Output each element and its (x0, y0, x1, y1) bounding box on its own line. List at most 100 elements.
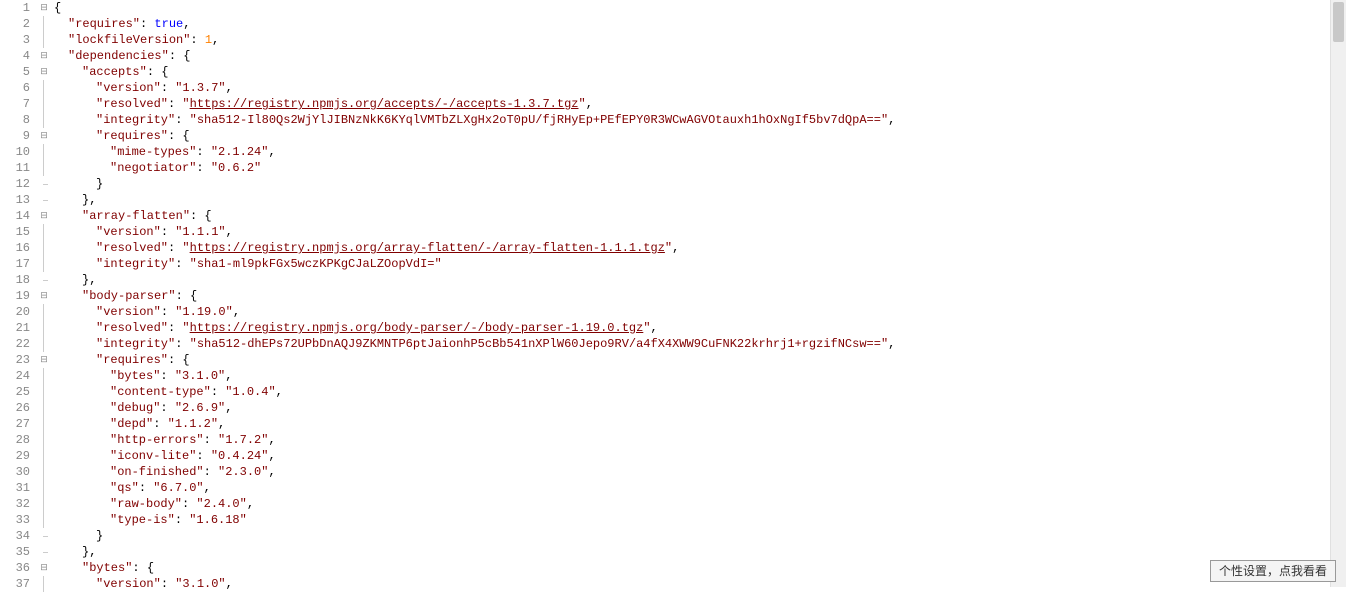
code-token: "body-parser" (82, 289, 176, 303)
code-area[interactable]: {"requires": true,"lockfileVersion": 1,"… (50, 0, 1346, 587)
code-line[interactable]: "depd": "1.1.2", (54, 416, 1346, 432)
code-token: , (586, 97, 593, 111)
line-number: 36 (0, 560, 30, 576)
code-token: "bytes" (110, 369, 160, 383)
scrollbar-thumb[interactable] (1333, 2, 1344, 42)
code-line[interactable]: "version": "1.19.0", (54, 304, 1346, 320)
code-line[interactable]: }, (54, 192, 1346, 208)
code-line[interactable]: "integrity": "sha512-Il80Qs2WjYlJIBNzNkK… (54, 112, 1346, 128)
code-editor[interactable]: 1234567891011121314151617181920212223242… (0, 0, 1346, 587)
code-token: "raw-body" (110, 497, 182, 511)
code-line[interactable]: "requires": { (54, 352, 1346, 368)
fold-guide (38, 240, 50, 256)
code-line[interactable]: "content-type": "1.0.4", (54, 384, 1346, 400)
url-link[interactable]: https://registry.npmjs.org/accepts/-/acc… (190, 97, 579, 111)
code-line[interactable]: "iconv-lite": "0.4.24", (54, 448, 1346, 464)
line-number: 8 (0, 112, 30, 128)
code-line[interactable]: "resolved": "https://registry.npmjs.org/… (54, 96, 1346, 112)
code-line[interactable]: "requires": true, (54, 16, 1346, 32)
code-token: "qs" (110, 481, 139, 495)
fold-toggle-icon[interactable] (38, 560, 50, 576)
line-number: 4 (0, 48, 30, 64)
code-line[interactable]: "version": "1.1.1", (54, 224, 1346, 240)
fold-toggle-icon[interactable] (38, 208, 50, 224)
code-token: "resolved" (96, 321, 168, 335)
line-number: 26 (0, 400, 30, 416)
url-link[interactable]: https://registry.npmjs.org/array-flatten… (190, 241, 665, 255)
code-token: "1.6.18" (189, 513, 247, 527)
code-token: : { (147, 65, 169, 79)
code-line[interactable]: } (54, 176, 1346, 192)
line-number: 12 (0, 176, 30, 192)
code-token: : { (190, 209, 212, 223)
fold-toggle-icon[interactable] (38, 48, 50, 64)
fold-toggle-icon[interactable] (38, 288, 50, 304)
code-line[interactable]: "body-parser": { (54, 288, 1346, 304)
fold-guide (38, 80, 50, 96)
code-line[interactable]: "qs": "6.7.0", (54, 480, 1346, 496)
code-line[interactable]: "mime-types": "2.1.24", (54, 144, 1346, 160)
code-token: : (196, 161, 210, 175)
line-number: 27 (0, 416, 30, 432)
vertical-scrollbar[interactable] (1330, 0, 1346, 587)
code-line[interactable]: "bytes": { (54, 560, 1346, 576)
code-token: "bytes" (82, 561, 132, 575)
personalization-tooltip[interactable]: 个性设置，点我看看 (1210, 560, 1336, 582)
code-line[interactable]: "debug": "2.6.9", (54, 400, 1346, 416)
code-token: : (160, 401, 174, 415)
code-line[interactable]: }, (54, 544, 1346, 560)
code-token: , (225, 369, 232, 383)
fold-guide (38, 16, 50, 32)
code-line[interactable]: "type-is": "1.6.18" (54, 512, 1346, 528)
code-token: , (268, 145, 275, 159)
code-token: : (160, 369, 174, 383)
code-line[interactable]: "version": "3.1.0", (54, 576, 1346, 592)
code-token: "1.3.7" (175, 81, 225, 95)
fold-toggle-icon[interactable] (38, 0, 50, 16)
code-token: "lockfileVersion" (68, 33, 190, 47)
fold-toggle-icon[interactable] (38, 64, 50, 80)
code-line[interactable]: "negotiator": "0.6.2" (54, 160, 1346, 176)
line-number: 35 (0, 544, 30, 560)
code-line[interactable]: "version": "1.3.7", (54, 80, 1346, 96)
code-token: : (190, 33, 204, 47)
line-number: 3 (0, 32, 30, 48)
line-number: 23 (0, 352, 30, 368)
line-number: 24 (0, 368, 30, 384)
code-line[interactable]: "accepts": { (54, 64, 1346, 80)
code-token: "requires" (68, 17, 140, 31)
code-line[interactable]: "integrity": "sha512-dhEPs72UPbDnAQJ9ZKM… (54, 336, 1346, 352)
code-token: : (175, 113, 189, 127)
code-line[interactable]: "dependencies": { (54, 48, 1346, 64)
code-line[interactable]: "http-errors": "1.7.2", (54, 432, 1346, 448)
fold-guide (38, 400, 50, 416)
code-line[interactable]: "raw-body": "2.4.0", (54, 496, 1346, 512)
url-link[interactable]: https://registry.npmjs.org/body-parser/-… (190, 321, 644, 335)
fold-guide (38, 272, 50, 288)
code-line[interactable]: }, (54, 272, 1346, 288)
fold-toggle-icon[interactable] (38, 352, 50, 368)
code-line[interactable]: } (54, 528, 1346, 544)
fold-toggle-icon[interactable] (38, 128, 50, 144)
code-token: "on-finished" (110, 465, 204, 479)
code-line[interactable]: "bytes": "3.1.0", (54, 368, 1346, 384)
code-token: } (96, 529, 103, 543)
code-token: : (196, 449, 210, 463)
fold-guide (38, 176, 50, 192)
code-token: , (225, 401, 232, 415)
fold-column[interactable] (38, 0, 50, 587)
code-token: : (175, 337, 189, 351)
code-line[interactable]: "requires": { (54, 128, 1346, 144)
code-line[interactable]: "on-finished": "2.3.0", (54, 464, 1346, 480)
code-line[interactable]: "resolved": "https://registry.npmjs.org/… (54, 240, 1346, 256)
fold-guide (38, 528, 50, 544)
code-token: : { (169, 49, 191, 63)
code-line[interactable]: "array-flatten": { (54, 208, 1346, 224)
code-line[interactable]: { (54, 0, 1346, 16)
code-token: 1 (205, 33, 212, 47)
code-line[interactable]: "integrity": "sha1-ml9pkFGx5wczKPKgCJaLZ… (54, 256, 1346, 272)
code-token: "sha1-ml9pkFGx5wczKPKgCJaLZOopVdI=" (190, 257, 442, 271)
code-line[interactable]: "resolved": "https://registry.npmjs.org/… (54, 320, 1346, 336)
code-token: "iconv-lite" (110, 449, 196, 463)
code-line[interactable]: "lockfileVersion": 1, (54, 32, 1346, 48)
